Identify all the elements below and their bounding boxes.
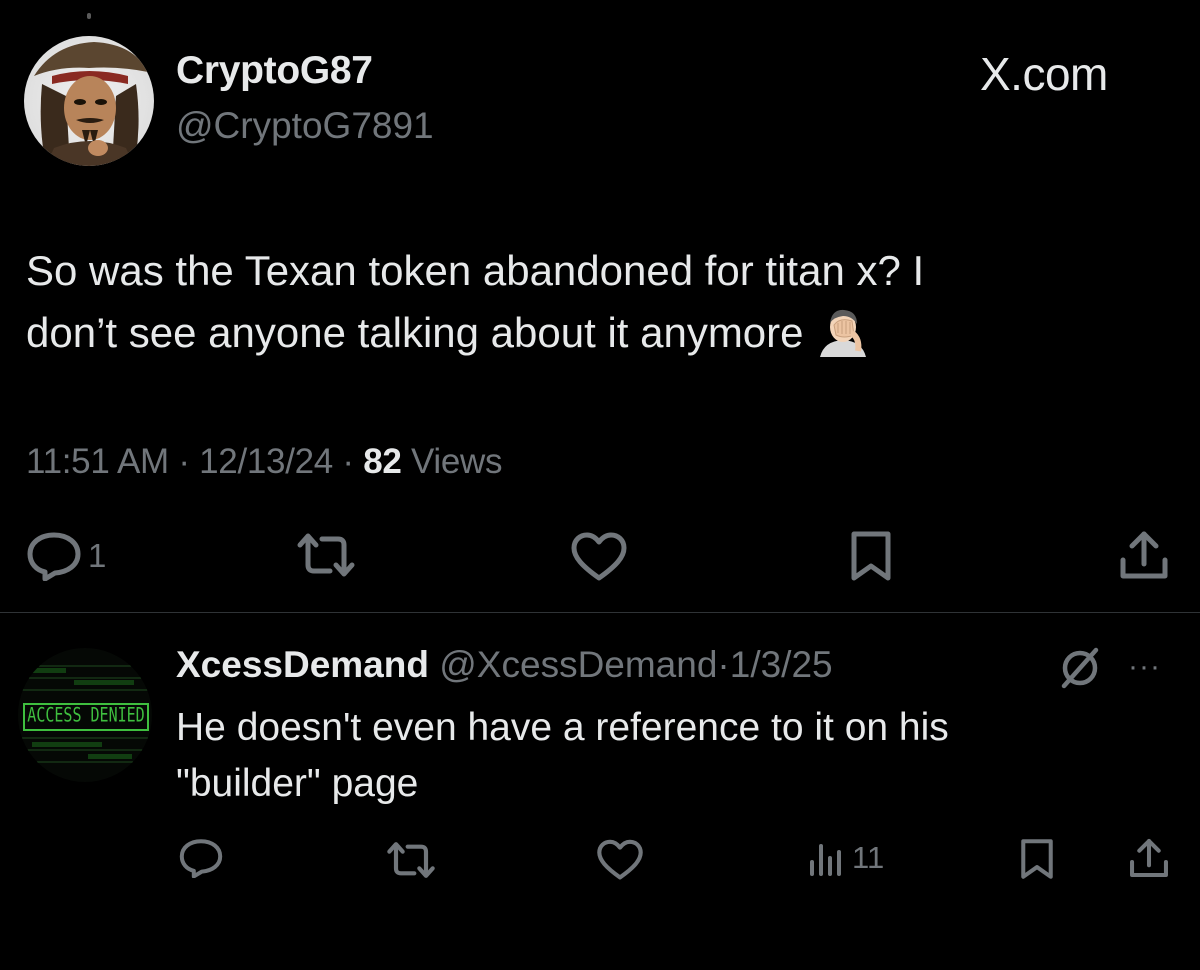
retweet-icon [297,533,355,577]
heart-icon [571,532,627,581]
bookmark-icon [851,531,891,581]
avatar-pirate-image [24,36,154,166]
x-com-watermark: X.com [980,48,1108,100]
reply-like-button[interactable] [596,839,644,881]
top-indicator-dot [87,13,91,19]
avatar-cryptog87[interactable] [24,36,154,166]
reply-separator: · [717,644,730,685]
divider [0,612,1200,613]
meta-separator: · [342,442,354,481]
author-handle[interactable]: @CryptoG7891 [176,104,434,148]
share-icon [1120,531,1168,579]
bookmark-button[interactable] [848,530,894,582]
more-icon: ··· [1128,650,1161,683]
avatar-access-denied-text: ACCESS DENIED [27,703,145,727]
reply-share-button[interactable] [1128,836,1170,880]
facepalm-emoji-icon [814,307,872,357]
reply-author-handle[interactable]: @XcessDemand [439,644,717,685]
retweet-icon [387,842,435,878]
tweet-text-line-1: So was the Texan token abandoned for tit… [26,247,925,294]
heart-icon [597,839,643,880]
reply-author-name[interactable]: XcessDemand [176,644,429,685]
more-options-button[interactable]: ··· [1128,650,1161,684]
bookmark-icon [1021,839,1053,879]
reply-text-line-1: He doesn't even have a reference to it o… [176,706,949,749]
tweet-time[interactable]: 11:51 AM [26,442,169,481]
views-count: 82 [363,442,402,481]
reply-icon [179,839,223,878]
reply-views-count: 11 [852,840,885,875]
reply-icon [27,532,81,581]
reply-count: 1 [88,537,107,574]
like-button[interactable] [570,532,628,582]
reply-views-button[interactable]: 11 [806,838,884,878]
tweet-text-line-2: don’t see anyone talking about it anymor… [26,302,1166,364]
meta-separator: · [178,442,190,481]
share-icon [1130,839,1168,877]
reply-button[interactable]: 1 [26,531,106,581]
reply-reply-button[interactable] [178,838,224,878]
views-label: Views [410,442,503,481]
reply-date[interactable]: 1/3/25 [730,644,833,685]
reply-bookmark-button[interactable] [1018,838,1056,880]
reply-text-line-2: "builder" page [176,762,419,805]
grok-icon [1061,647,1099,689]
views-chart-icon [810,844,841,876]
grok-button[interactable] [1058,646,1102,695]
reply-retweet-button[interactable] [386,840,436,880]
reply-header: XcessDemand @XcessDemand·1/3/25 [176,643,833,687]
reply-text: He doesn't even have a reference to it o… [176,700,1076,812]
retweet-button[interactable] [296,531,356,579]
author-display-name[interactable]: CryptoG87 [176,48,373,94]
tweet-date[interactable]: 12/13/24 [199,442,333,481]
share-button[interactable] [1118,528,1170,582]
tweet-text-line-2-text: don’t see anyone talking about it anymor… [26,309,804,356]
tweet-meta: 11:51 AM · 12/13/24 · 82 Views [26,440,503,484]
tweet-text: So was the Texan token abandoned for tit… [26,240,1166,364]
